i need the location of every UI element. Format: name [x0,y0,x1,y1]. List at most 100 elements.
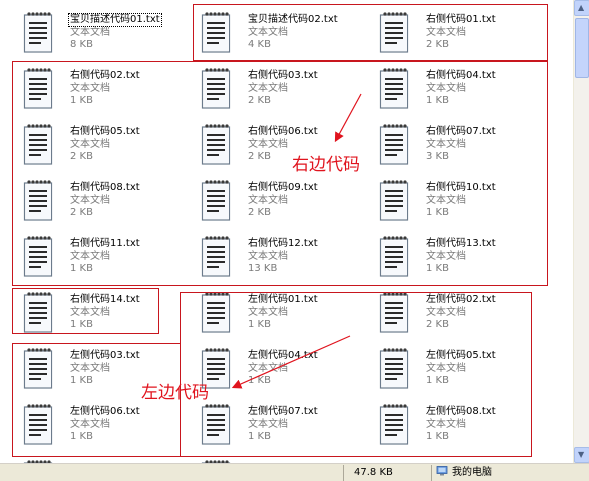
file-name: 右侧代码12.txt [248,238,318,249]
status-pane-size: 47.8 KB [343,465,431,481]
file-item[interactable]: 左侧代码05.txt 文本文档 1 KB [372,344,542,394]
text-document-icon [22,402,54,446]
my-computer-icon [436,466,448,476]
file-item[interactable]: 左侧代码02.txt 文本文档 2 KB [372,288,542,338]
text-document-icon [378,234,410,278]
file-item[interactable]: 右侧代码11.txt 文本文档 1 KB [16,232,186,282]
text-document-icon [378,10,410,54]
annotation-label-left-code: 左边代码 [141,383,209,403]
file-size: 1 KB [70,319,93,330]
file-size: 2 KB [426,39,449,50]
file-item[interactable]: 右侧代码08.txt 文本文档 2 KB [16,176,186,226]
file-name: 左侧代码07.txt [248,406,318,417]
file-item[interactable]: 右侧代码10.txt 文本文档 1 KB [372,176,542,226]
file-name: 右侧代码07.txt [426,126,496,137]
status-location-label: 我的电脑 [452,467,492,478]
chevron-up-icon: ▲ [578,3,585,12]
file-name: 左侧代码05.txt [426,350,496,361]
scroll-thumb[interactable] [575,18,589,78]
file-type: 文本文档 [426,307,466,318]
vertical-scrollbar[interactable]: ▲ ▼ [573,0,589,463]
file-size: 1 KB [70,375,93,386]
file-name: 右侧代码06.txt [248,126,318,137]
file-name: 右侧代码05.txt [70,126,140,137]
file-item[interactable]: 宝贝描述代码02.txt 文本文档 4 KB [194,8,364,58]
file-size: 1 KB [426,207,449,218]
file-name: 左侧代码08.txt [426,406,496,417]
text-document-icon [378,66,410,110]
file-size: 1 KB [70,95,93,106]
scroll-up-button[interactable]: ▲ [574,0,589,16]
file-item[interactable]: 右侧代码03.txt 文本文档 2 KB [194,64,364,114]
text-document-icon [200,10,232,54]
file-item[interactable]: 左侧代码07.txt 文本文档 1 KB [194,400,364,450]
file-type: 文本文档 [70,251,110,262]
file-size: 2 KB [248,151,271,162]
text-document-icon [200,122,232,166]
status-bar: 47.8 KB 我的电脑 [0,463,589,481]
text-document-icon [378,346,410,390]
file-item[interactable]: 宝贝描述代码01.txt 文本文档 8 KB [16,8,186,58]
file-item[interactable]: 右侧代码01.txt 文本文档 2 KB [372,8,542,58]
text-document-icon [22,346,54,390]
file-name: 左侧代码03.txt [70,350,140,361]
file-item[interactable]: 右侧代码12.txt 文本文档 13 KB [194,232,364,282]
file-type: 文本文档 [426,27,466,38]
file-type: 文本文档 [248,27,288,38]
text-document-icon [378,290,410,334]
file-type: 文本文档 [248,363,288,374]
file-type: 文本文档 [248,307,288,318]
file-type: 文本文档 [248,139,288,150]
text-document-icon [22,178,54,222]
file-item[interactable]: 左侧代码08.txt 文本文档 1 KB [372,400,542,450]
status-pane-info [0,465,343,481]
file-type: 文本文档 [248,419,288,430]
text-document-icon [200,66,232,110]
file-size: 2 KB [426,319,449,330]
file-item[interactable]: 右侧代码07.txt 文本文档 3 KB [372,120,542,170]
chevron-down-icon: ▼ [578,450,585,459]
file-size: 1 KB [70,263,93,274]
file-item[interactable]: 右侧代码09.txt 文本文档 2 KB [194,176,364,226]
file-item[interactable]: 右侧代码05.txt 文本文档 2 KB [16,120,186,170]
file-name: 右侧代码08.txt [70,182,140,193]
file-item[interactable]: 右侧代码02.txt 文本文档 1 KB [16,64,186,114]
file-type: 文本文档 [426,195,466,206]
text-document-icon [200,178,232,222]
file-name: 左侧代码04.txt [248,350,318,361]
scroll-down-button[interactable]: ▼ [574,447,589,463]
file-name: 右侧代码09.txt [248,182,318,193]
file-item[interactable]: 右侧代码14.txt 文本文档 1 KB [16,288,186,338]
file-size: 3 KB [426,151,449,162]
annotation-label-right-code: 右边代码 [292,155,360,175]
file-type: 文本文档 [426,83,466,94]
file-size: 1 KB [70,431,93,442]
file-name: 右侧代码14.txt [70,294,140,305]
file-name: 右侧代码11.txt [70,238,140,249]
file-size: 1 KB [248,319,271,330]
text-document-icon [22,234,54,278]
file-size: 1 KB [248,431,271,442]
file-name: 宝贝描述代码02.txt [248,14,338,25]
file-type: 文本文档 [70,419,110,430]
file-name: 右侧代码13.txt [426,238,496,249]
file-item[interactable]: 左侧代码04.txt 文本文档 1 KB [194,344,364,394]
file-item[interactable]: 左侧代码06.txt 文本文档 1 KB [16,400,186,450]
text-document-icon [200,402,232,446]
file-name: 右侧代码04.txt [426,70,496,81]
text-document-icon [378,178,410,222]
file-item[interactable]: 右侧代码13.txt 文本文档 1 KB [372,232,542,282]
file-type: 文本文档 [70,363,110,374]
text-document-icon [22,122,54,166]
text-document-icon [22,290,54,334]
file-type: 文本文档 [248,83,288,94]
text-document-icon [22,66,54,110]
file-type: 文本文档 [426,139,466,150]
file-item[interactable]: 左侧代码01.txt 文本文档 1 KB [194,288,364,338]
file-size: 8 KB [70,39,93,50]
file-name: 右侧代码02.txt [70,70,140,81]
file-type: 文本文档 [70,27,110,38]
file-list-view[interactable]: 宝贝描述代码01.txt 文本文档 8 KB 宝贝描述代码02.txt 文本文档… [0,0,573,463]
file-name: 左侧代码06.txt [70,406,140,417]
file-item[interactable]: 右侧代码04.txt 文本文档 1 KB [372,64,542,114]
